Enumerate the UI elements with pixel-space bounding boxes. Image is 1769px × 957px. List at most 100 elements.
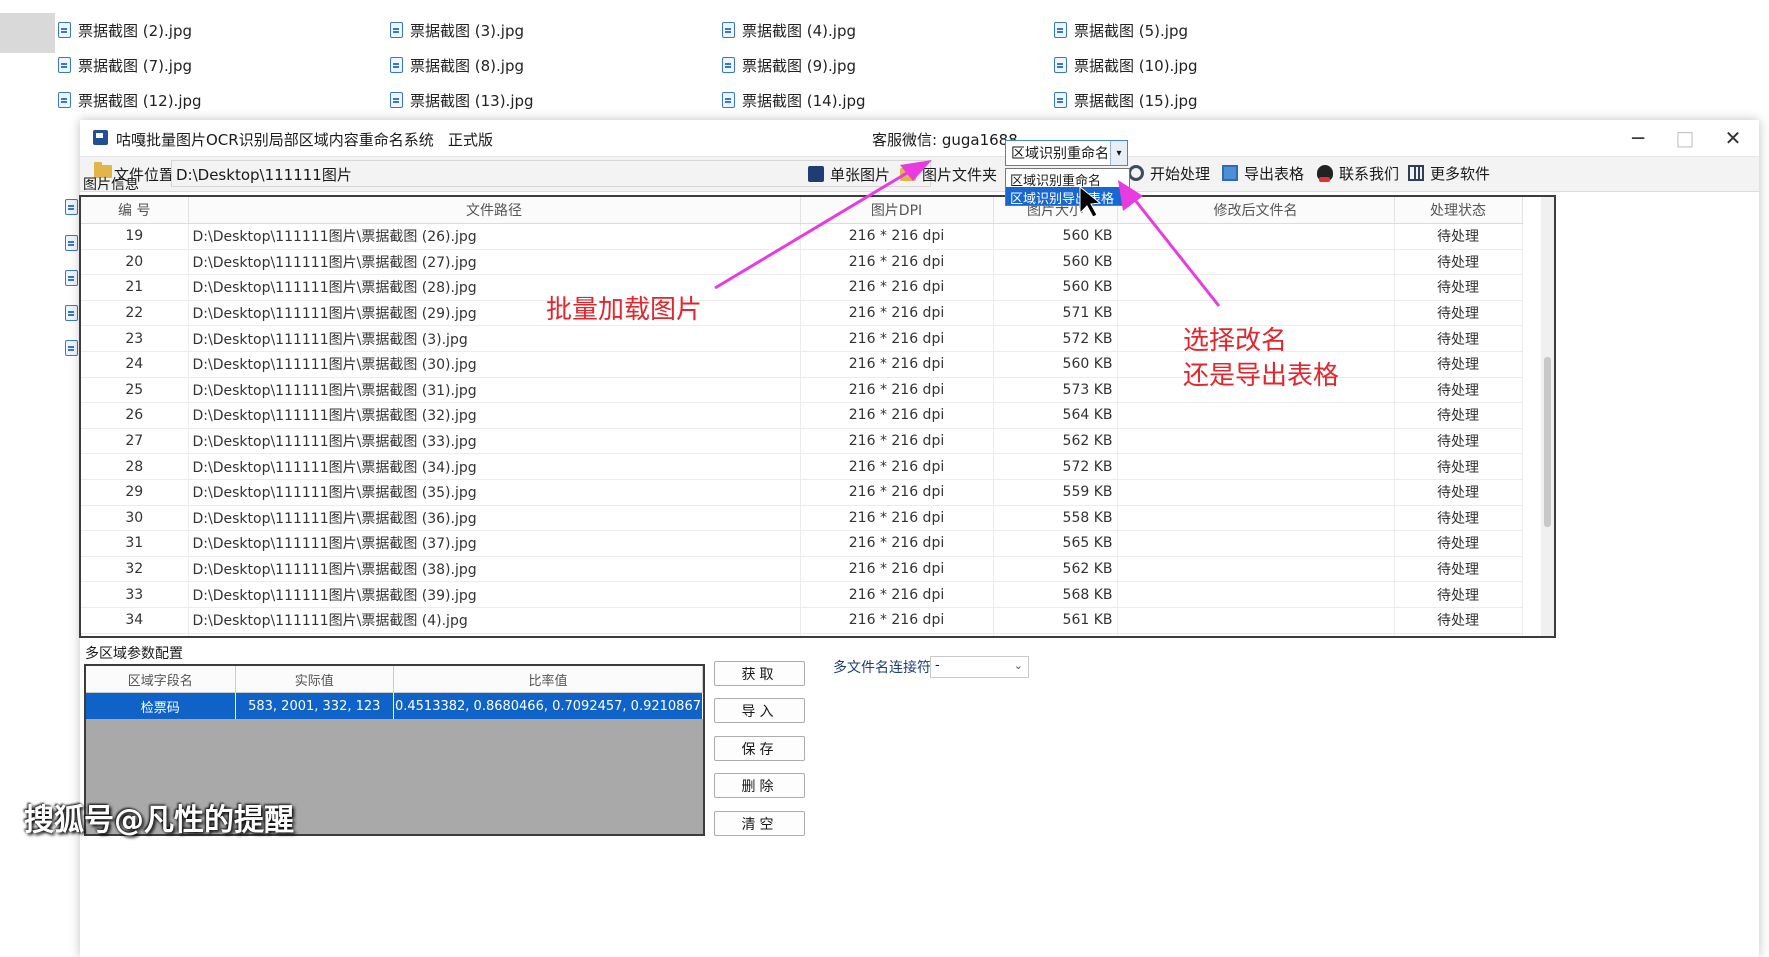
clear-button[interactable]: 清空 [714, 811, 805, 836]
cell-size: 568 KB [993, 581, 1118, 608]
contact-button[interactable]: 联系我们 [1317, 160, 1399, 186]
explorer-file-name: 票据截图 (9).jpg [742, 56, 856, 75]
delete-button[interactable]: 删除 [714, 773, 805, 798]
maximize-button[interactable]: □ [1662, 123, 1708, 153]
explorer-file-item[interactable]: 票据截图 (4).jpg [722, 17, 856, 43]
cell-path: D:\Desktop\111111图片\票据截图 (4).jpg [188, 607, 801, 634]
explorer-file-name: 票据截图 (2).jpg [78, 21, 192, 40]
file-icon [1054, 22, 1067, 38]
cell-new-name [1117, 607, 1395, 634]
file-icon [58, 22, 71, 38]
annotation-batch-load: 批量加载图片 [546, 295, 703, 325]
image-info-table: 编 号文件路径 图片DPI 图片大小 修改后文件名 处理状态 19 D:\Desktop\… [81, 197, 1523, 636]
table-row[interactable]: 23 D:\Desktop\111111图片\票据截图 (3).jpg 216 * … [81, 325, 1523, 352]
table-row[interactable]: 21 D:\Desktop\111111图片\票据截图 (28).jpg 216 *… [81, 274, 1523, 301]
cell-status: 待处理 [1394, 300, 1523, 327]
start-button[interactable]: 开始处理 [1128, 160, 1210, 186]
explorer-file-name: 票据截图 (13).jpg [410, 91, 534, 110]
explorer-file-item[interactable]: 票据截图 (12).jpg [58, 87, 202, 113]
cell-status: 待处理 [1394, 633, 1523, 636]
cell-dpi: 216 * 216 dpi [800, 274, 994, 301]
explorer-file-item[interactable]: 票据截图 (15).jpg [1054, 87, 1198, 113]
cell-path: D:\Desktop\111111图片\票据截图 (28).jpg [188, 274, 801, 301]
import-button[interactable]: 导入 [714, 698, 805, 723]
explorer-file-item[interactable]: 票据截图 (10).jpg [1054, 52, 1198, 78]
cell-new-name [1117, 633, 1395, 636]
column-header[interactable]: 实际值 [235, 666, 394, 693]
explorer-file-item[interactable]: 票据截图 (13).jpg [390, 87, 534, 113]
table-row[interactable]: 28 D:\Desktop\111111图片\票据截图 (34).jpg 216 *… [81, 453, 1523, 480]
cell-no: 26 [81, 402, 189, 429]
table-row[interactable]: 22 D:\Desktop\111111图片\票据截图 (29).jpg 216 *… [81, 300, 1523, 327]
table-row[interactable]: 31 D:\Desktop\111111图片\票据截图 (37).jpg 216 *… [81, 530, 1523, 557]
cell-new-name [1117, 223, 1395, 250]
table-row[interactable]: 35D:\Desktop\111111图片\票据截图 (40).jpg216 *… [81, 633, 1523, 636]
table-row[interactable]: 检票码 583, 2001, 332, 123 0.4513382, 0.86804… [86, 692, 703, 719]
explorer-file-name: 票据截图 (15).jpg [1074, 91, 1198, 110]
cell-size: 562 KB [993, 556, 1118, 583]
mode-option[interactable]: 区域识别重命名 [1006, 169, 1129, 189]
close-button[interactable]: ✕ [1710, 123, 1756, 153]
table-row[interactable]: 20 D:\Desktop\111111图片\票据截图 (27).jpg 216 *… [81, 249, 1523, 276]
table-row[interactable]: 26 D:\Desktop\111111图片\票据截图 (32).jpg 216 *… [81, 402, 1523, 429]
column-header[interactable]: 文件路径 [188, 197, 801, 224]
table-row[interactable]: 19 D:\Desktop\111111图片\票据截图 (26).jpg 216 *… [81, 223, 1523, 250]
table-row[interactable]: 32 D:\Desktop\111111图片\票据截图 (38).jpg 216 *… [81, 556, 1523, 583]
cell-dpi: 216 * 216 dpi [800, 556, 994, 583]
table-row[interactable]: 29 D:\Desktop\111111图片\票据截图 (35).jpg 216 *… [81, 479, 1523, 506]
cell-status: 待处理 [1394, 325, 1523, 352]
explorer-file-item[interactable]: 票据截图 (8).jpg [390, 52, 524, 78]
explorer-file-name: 票据截图 (14).jpg [742, 91, 866, 110]
column-header[interactable]: 编 号 [81, 197, 189, 224]
explorer-file-item[interactable]: 票据截图 (14).jpg [722, 87, 866, 113]
cell-dpi: 216 * 216 dpi [800, 633, 994, 636]
save-button[interactable]: 保存 [714, 736, 805, 761]
concat-select[interactable]: - ⌄ [930, 656, 1029, 678]
cell-dpi: 216 * 216 dpi [800, 607, 994, 634]
cell-size: 572 KB [993, 325, 1118, 352]
mode-select[interactable]: 区域识别重命名 ▾ [1005, 140, 1128, 166]
image-info-title: 图片信息 [83, 177, 139, 193]
cell-new-name [1117, 274, 1395, 301]
export-button[interactable]: 导出表格 [1222, 160, 1304, 186]
column-header[interactable]: 比率值 [393, 666, 703, 693]
explorer-selection [0, 13, 55, 53]
cell-new-name [1117, 581, 1395, 608]
column-header[interactable]: 修改后文件名 [1117, 197, 1395, 224]
scrollbar-thumb[interactable] [1544, 357, 1551, 527]
table-row[interactable]: 30 D:\Desktop\111111图片\票据截图 (36).jpg 216 *… [81, 505, 1523, 532]
cell-status: 待处理 [1394, 479, 1523, 506]
column-header[interactable]: 图片DPI [800, 197, 994, 224]
explorer-file-item[interactable]: 票据截图 (5).jpg [1054, 17, 1188, 43]
vertical-scrollbar[interactable] [1541, 197, 1554, 636]
fetch-button[interactable]: 获取 [714, 661, 805, 686]
explorer-file-item[interactable]: 票据截图 (2).jpg [58, 17, 192, 43]
cell-path: D:\Desktop\111111图片\票据截图 (31).jpg [188, 377, 801, 404]
image-info-grid[interactable]: 编 号文件路径 图片DPI 图片大小 修改后文件名 处理状态 19 D:\Desktop\… [79, 195, 1556, 638]
column-header[interactable]: 处理状态 [1394, 197, 1523, 224]
more-software-button[interactable]: 更多软件 [1408, 160, 1490, 186]
cell-size: 565 KB [993, 530, 1118, 557]
cell-dpi: 216 * 216 dpi [800, 479, 994, 506]
service-contact: 客服微信: guga1688 [872, 131, 1018, 149]
single-image-button[interactable]: 单张图片 [808, 161, 890, 187]
explorer-file-name: 票据截图 (12).jpg [78, 91, 202, 110]
explorer-file-item[interactable]: 票据截图 (3).jpg [390, 17, 524, 43]
mode-dropdown: 区域识别重命名 区域识别导出表格 [1005, 168, 1130, 207]
cell-no: 32 [81, 556, 189, 583]
cell-status: 待处理 [1394, 556, 1523, 583]
table-row[interactable]: 27 D:\Desktop\111111图片\票据截图 (33).jpg 216 *… [81, 428, 1523, 455]
table-row[interactable]: 34 D:\Desktop\111111图片\票据截图 (4).jpg 216 * … [81, 607, 1523, 634]
explorer-file-item[interactable]: 票据截图 (9).jpg [722, 52, 856, 78]
image-folder-button[interactable]: 图片文件夹 [900, 161, 997, 187]
explorer-file-item[interactable]: 票据截图 (7).jpg [58, 52, 192, 78]
cell-path: D:\Desktop\111111图片\票据截图 (29).jpg [188, 300, 801, 327]
column-header[interactable]: 区域字段名 [86, 666, 236, 693]
cell-no: 20 [81, 249, 189, 276]
title-bar[interactable]: 咕嘎批量图片OCR识别局部区域内容重命名系统 正式版 客服微信: guga168… [80, 120, 1759, 156]
table-row[interactable]: 33 D:\Desktop\111111图片\票据截图 (39).jpg 216 *… [81, 581, 1523, 608]
mode-option[interactable]: 区域识别导出表格 [1006, 187, 1129, 207]
cell-field: 检票码 [86, 692, 236, 719]
dropdown-arrow-icon[interactable]: ▾ [1110, 141, 1127, 165]
minimize-button[interactable]: ─ [1615, 123, 1661, 153]
